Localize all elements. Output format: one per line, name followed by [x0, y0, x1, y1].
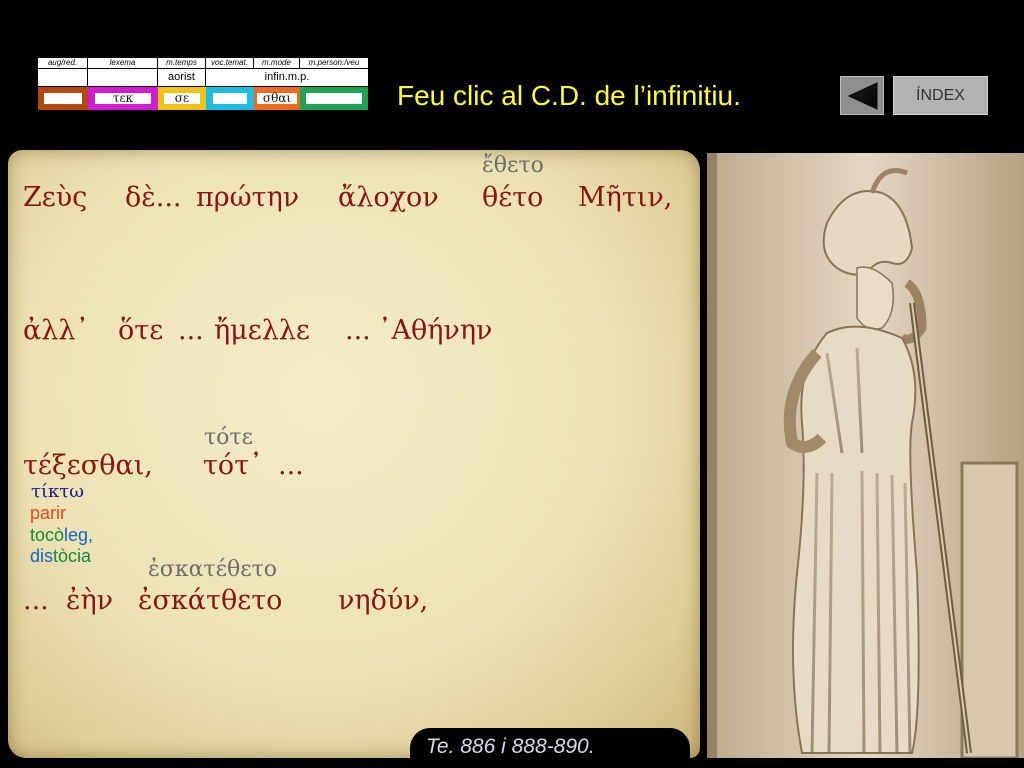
word-texesthai[interactable]: τέξεσθαι,: [23, 450, 153, 481]
parchment-text-panel: ἔθετο Ζεὺς δὲ... πρώτην ἄλοχον θέτο Μῆτι…: [8, 150, 700, 758]
morph-mode-value: infin.m.p.: [264, 71, 310, 83]
morph-box-person: [300, 87, 368, 110]
word-tot[interactable]: τότ᾽: [203, 450, 263, 481]
word-eskattheto[interactable]: ἐσκάτθετο: [138, 585, 282, 616]
morph-header-tematic: voc.temat.: [206, 58, 254, 68]
morph-cell-empty: [38, 69, 88, 87]
morph-cell-empty: [88, 69, 158, 87]
index-button[interactable]: ÍNDEX: [893, 76, 988, 115]
gloss-parir: parir: [30, 503, 67, 523]
word-all[interactable]: ἀλλ᾽: [23, 315, 89, 346]
back-button[interactable]: [840, 76, 884, 115]
word-een[interactable]: ἐὴν: [66, 585, 113, 616]
morph-header-aug: aug/red.: [38, 58, 88, 68]
gloss-distocia: distòcia: [30, 546, 92, 566]
annotation-eskatetheto: ἐσκατέθετο: [148, 557, 278, 582]
word-zeus[interactable]: Ζεὺς: [23, 182, 87, 213]
morph-header-row: aug/red. lexema m.temps voc.temat. m.mod…: [38, 58, 368, 69]
word-proten[interactable]: πρώτην: [196, 182, 299, 213]
annotation-ethetó: ἔθετο: [482, 153, 544, 178]
word-athenen[interactable]: ᾽Αθήνην: [378, 315, 492, 346]
morphology-table: aug/red. lexema m.temps voc.temat. m.mod…: [37, 57, 369, 111]
reference-text: Te. 886 i 888-890.: [426, 735, 595, 758]
word-nedyn[interactable]: νηδύν,: [338, 585, 428, 616]
instruction-text: Feu clic al C.D. de l’infinitiu.: [397, 80, 741, 111]
word-alochon[interactable]: ἄλοχον: [338, 182, 439, 213]
annotation-tote: τότε: [204, 425, 253, 450]
word-hote[interactable]: ὅτε: [118, 315, 163, 346]
ellipsis: ...: [278, 450, 304, 481]
athena-relief-image: [707, 153, 1024, 758]
athena-relief-icon: [707, 153, 1024, 758]
morph-box-augment: [38, 87, 88, 110]
word-de[interactable]: δὲ...: [125, 182, 182, 213]
back-arrow-icon: [847, 82, 878, 110]
morph-box-tematic: [206, 87, 254, 110]
word-emelle[interactable]: ἤμελλε: [214, 315, 310, 346]
morph-header-mode: m.mode: [254, 58, 300, 68]
morph-header-temps: m.temps: [158, 58, 206, 68]
morph-box-temps: σε: [158, 87, 206, 110]
ellipsis: ...: [345, 315, 371, 346]
morph-boxes-row: τεκ σε σθαι: [38, 87, 368, 110]
morph-tense-value: aorist: [158, 69, 206, 87]
morph-header-lexema: lexema: [88, 58, 158, 68]
morph-box-mode: σθαι: [254, 87, 300, 110]
morph-header-person: m.person./veu: [308, 58, 360, 67]
gloss-tikto: τίκτω: [31, 481, 84, 502]
word-metin[interactable]: Μῆτιν,: [578, 182, 672, 213]
gloss-tocoleg: tocòleg,: [30, 525, 94, 545]
ellipsis: ...: [23, 585, 49, 616]
morph-values-row: aorist infin.m.p.: [38, 69, 368, 87]
word-theto[interactable]: θέτο: [482, 182, 543, 213]
morph-box-lexema: τεκ: [88, 87, 158, 110]
ellipsis: ...: [178, 315, 204, 346]
